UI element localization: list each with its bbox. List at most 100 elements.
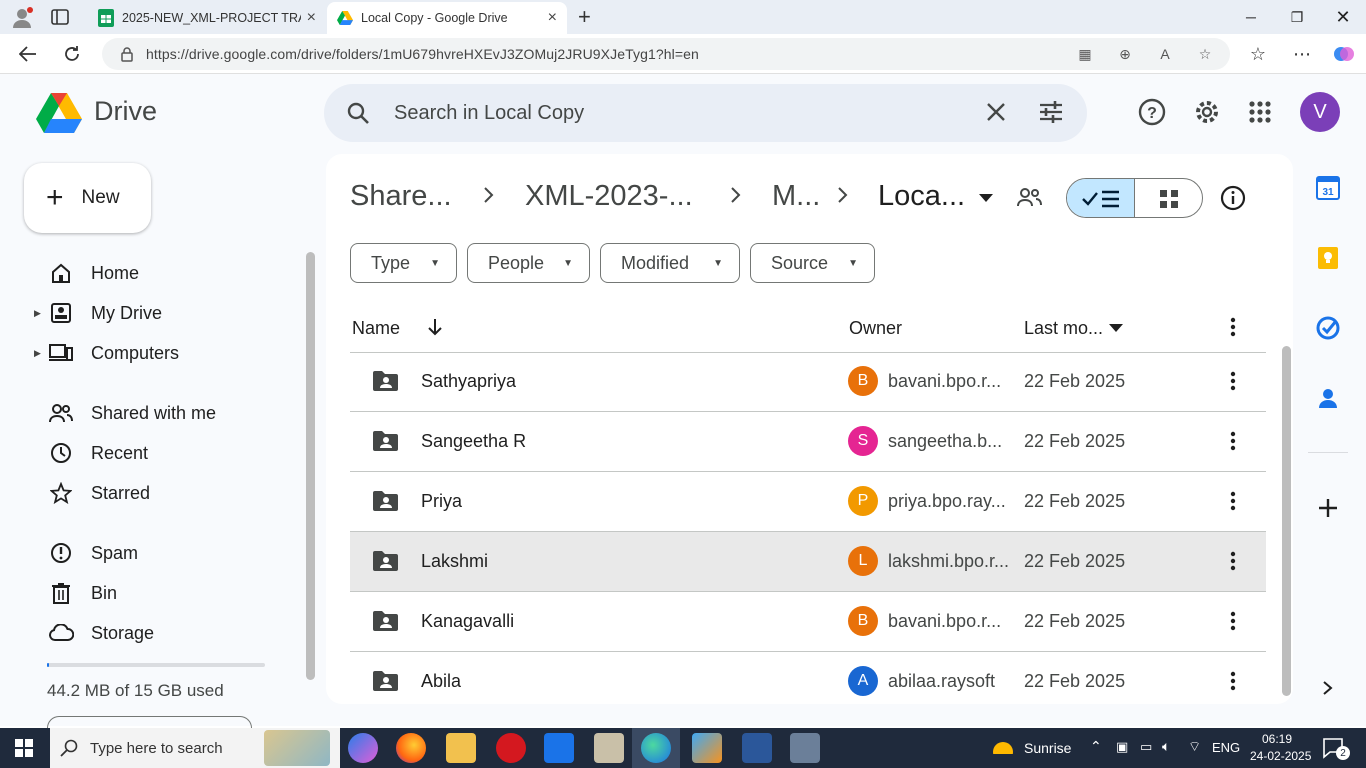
sort-caret-down-icon[interactable] bbox=[1108, 323, 1124, 333]
column-options-more-icon[interactable] bbox=[1222, 316, 1244, 338]
weather-text[interactable]: Sunrise bbox=[1024, 740, 1071, 756]
mail-app-icon[interactable] bbox=[544, 733, 574, 763]
volume-icon[interactable]: 🔈︎ bbox=[1162, 738, 1170, 755]
weather-sun-icon[interactable] bbox=[990, 736, 1016, 760]
copilot-app-icon[interactable] bbox=[348, 733, 378, 763]
contacts-icon[interactable] bbox=[1314, 384, 1342, 412]
copilot-icon[interactable] bbox=[1328, 38, 1360, 70]
nav-home[interactable]: Home bbox=[34, 255, 294, 291]
filter-type[interactable]: Type ▼ bbox=[350, 243, 457, 283]
get-more-storage-button[interactable] bbox=[47, 716, 252, 728]
app-icon[interactable] bbox=[692, 733, 722, 763]
clear-search-icon[interactable] bbox=[984, 100, 1008, 124]
breadcrumb-current[interactable]: Loca... bbox=[878, 180, 965, 213]
filter-people[interactable]: People ▼ bbox=[467, 243, 590, 283]
expand-side-panel-icon[interactable] bbox=[1314, 674, 1342, 702]
nav-storage[interactable]: Storage bbox=[34, 615, 294, 651]
info-icon[interactable] bbox=[1220, 185, 1246, 211]
search-icon[interactable] bbox=[346, 101, 370, 125]
cash-register-app-icon[interactable] bbox=[594, 733, 624, 763]
calendar-icon[interactable]: 31 bbox=[1314, 174, 1342, 202]
site-info-icon[interactable] bbox=[120, 46, 134, 62]
grid-view-button[interactable] bbox=[1135, 179, 1202, 217]
row-more-actions-icon[interactable] bbox=[1222, 490, 1244, 512]
search-options-icon[interactable] bbox=[1038, 100, 1064, 124]
breadcrumb-item[interactable]: XML-2023-... bbox=[525, 180, 693, 213]
settings-gear-icon[interactable] bbox=[1191, 96, 1223, 128]
row-more-actions-icon[interactable] bbox=[1222, 550, 1244, 572]
shared-folder-people-icon[interactable] bbox=[1016, 186, 1042, 208]
file-row[interactable]: Abila Aabilaa.raysoft 22 Feb 2025 bbox=[350, 652, 1266, 712]
tasks-icon[interactable] bbox=[1314, 314, 1342, 342]
row-more-actions-icon[interactable] bbox=[1222, 430, 1244, 452]
file-row[interactable]: Priya Ppriya.bpo.ray... 22 Feb 2025 bbox=[350, 472, 1266, 532]
url-bar[interactable]: https://drive.google.com/drive/folders/1… bbox=[102, 38, 1230, 70]
file-row[interactable]: Kanagavalli Bbavani.bpo.r... 22 Feb 2025 bbox=[350, 592, 1266, 652]
favorite-star-icon[interactable]: ☆ bbox=[1196, 46, 1214, 62]
close-tab-icon[interactable]: × bbox=[307, 9, 316, 27]
new-tab-button[interactable]: + bbox=[578, 4, 591, 30]
back-icon[interactable] bbox=[12, 38, 44, 70]
row-more-actions-icon[interactable] bbox=[1222, 670, 1244, 692]
tray-network-drive-icon[interactable]: ▣ bbox=[1116, 739, 1128, 755]
breadcrumb-item[interactable]: M... bbox=[772, 180, 820, 213]
language-indicator[interactable]: ENG bbox=[1212, 740, 1240, 755]
search-highlight-image[interactable] bbox=[264, 730, 330, 766]
notifications-icon[interactable]: 2 bbox=[1322, 736, 1350, 760]
new-button[interactable]: + New bbox=[24, 163, 151, 233]
taskbar-search-box[interactable]: Type here to search bbox=[50, 728, 340, 768]
filter-source[interactable]: Source ▼ bbox=[750, 243, 875, 283]
nav-recent[interactable]: Recent bbox=[34, 435, 294, 471]
filter-modified[interactable]: Modified ▼ bbox=[600, 243, 740, 283]
clock-date[interactable]: 24-02-2025 bbox=[1250, 749, 1311, 763]
row-more-actions-icon[interactable] bbox=[1222, 610, 1244, 632]
sort-down-arrow-icon[interactable] bbox=[427, 318, 443, 336]
nav-shared-with-me[interactable]: Shared with me bbox=[34, 395, 294, 431]
remote-desktop-app-icon[interactable] bbox=[790, 733, 820, 763]
column-header-owner[interactable]: Owner bbox=[849, 318, 902, 339]
list-view-button[interactable] bbox=[1067, 179, 1135, 217]
tab-drive[interactable]: Local Copy - Google Drive × bbox=[327, 2, 567, 34]
read-aloud-icon[interactable]: A bbox=[1156, 46, 1174, 62]
zoom-icon[interactable]: ⊕ bbox=[1116, 46, 1134, 62]
battery-icon[interactable]: ▭ bbox=[1140, 739, 1152, 755]
app-name[interactable]: Drive bbox=[94, 96, 157, 127]
nav-computers[interactable]: ▶ Computers bbox=[34, 335, 294, 371]
expand-arrow-icon[interactable]: ▶ bbox=[34, 308, 48, 319]
tray-chevron-icon[interactable]: ⌃ bbox=[1090, 738, 1102, 755]
folder-menu-caret-icon[interactable] bbox=[978, 193, 994, 203]
expand-arrow-icon[interactable]: ▶ bbox=[34, 348, 48, 359]
minimize-icon[interactable]: ─ bbox=[1228, 0, 1274, 34]
clock-time[interactable]: 06:19 bbox=[1262, 732, 1292, 746]
tab-actions-icon[interactable] bbox=[50, 8, 70, 26]
column-header-last-modified[interactable]: Last mo... bbox=[1024, 318, 1103, 339]
search-bar[interactable]: Search in Local Copy bbox=[324, 84, 1087, 142]
apps-grid-icon[interactable] bbox=[1244, 96, 1276, 128]
windows-start-icon[interactable] bbox=[0, 728, 48, 768]
sidebar-scrollbar[interactable] bbox=[306, 252, 315, 680]
firefox-app-icon[interactable] bbox=[396, 733, 426, 763]
row-more-actions-icon[interactable] bbox=[1222, 370, 1244, 392]
file-row[interactable]: Sathyapriya Bbavani.bpo.r... 22 Feb 2025 bbox=[350, 352, 1266, 412]
nav-starred[interactable]: Starred bbox=[34, 475, 294, 511]
drive-logo-icon[interactable] bbox=[36, 92, 82, 134]
breadcrumb-item[interactable]: Share... bbox=[350, 180, 452, 213]
nav-my-drive[interactable]: ▶ My Drive bbox=[34, 295, 294, 331]
opera-app-icon[interactable] bbox=[496, 733, 526, 763]
search-input[interactable]: Search in Local Copy bbox=[394, 102, 584, 125]
word-app-icon[interactable] bbox=[742, 733, 772, 763]
window-close-icon[interactable]: ✕ bbox=[1320, 0, 1366, 34]
nav-spam[interactable]: Spam bbox=[34, 535, 294, 571]
reload-icon[interactable] bbox=[56, 38, 88, 70]
help-icon[interactable]: ? bbox=[1136, 96, 1168, 128]
favorites-icon[interactable]: ☆ bbox=[1242, 38, 1274, 70]
file-row[interactable]: Lakshmi Llakshmi.bpo.r... 22 Feb 2025 bbox=[350, 532, 1266, 592]
file-list-scrollbar[interactable] bbox=[1282, 346, 1291, 696]
close-tab-icon[interactable]: × bbox=[548, 9, 557, 27]
taskbar-active-app[interactable] bbox=[632, 728, 680, 768]
settings-more-icon[interactable]: ⋯ bbox=[1286, 38, 1318, 70]
file-explorer-app-icon[interactable] bbox=[446, 733, 476, 763]
column-header-name[interactable]: Name bbox=[352, 318, 400, 339]
app-available-icon[interactable]: ▦ bbox=[1076, 46, 1094, 62]
maximize-icon[interactable]: ❐ bbox=[1274, 0, 1320, 34]
